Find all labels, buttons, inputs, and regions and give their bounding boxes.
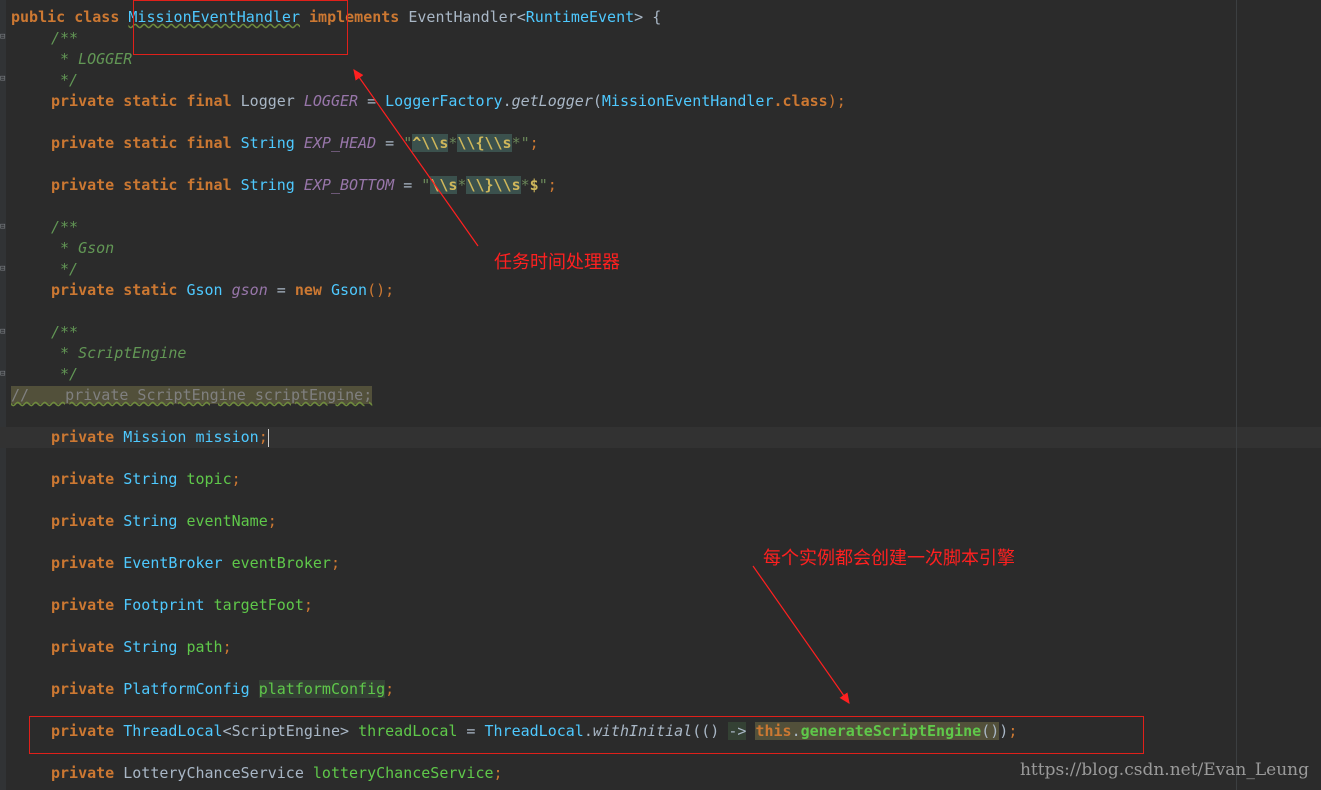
code-line-field-eventname[interactable]: private String eventName; bbox=[51, 511, 277, 532]
editor-gutter bbox=[0, 0, 6, 790]
annotation-box-threadlocal bbox=[29, 716, 1144, 754]
code-line-exp-bottom[interactable]: private static final String EXP_BOTTOM =… bbox=[51, 175, 557, 196]
code-line-field-topic[interactable]: private String topic; bbox=[51, 469, 241, 490]
text-cursor bbox=[267, 428, 269, 447]
code-line-field-mission[interactable]: private Mission mission; bbox=[51, 427, 269, 448]
code-line-field-eventbroker[interactable]: private EventBroker eventBroker; bbox=[51, 553, 340, 574]
code-line-logger[interactable]: private static final Logger LOGGER = Log… bbox=[51, 91, 846, 112]
fold-icon[interactable]: ⊟ bbox=[0, 327, 8, 337]
code-line-field-path[interactable]: private String path; bbox=[51, 637, 232, 658]
annotation-note-handler: 任务时间处理器 bbox=[494, 252, 620, 273]
fold-icon[interactable]: ⊟ bbox=[0, 74, 8, 84]
right-margin-guide bbox=[1236, 0, 1237, 790]
arrow-to-threadlocal bbox=[752, 565, 850, 704]
code-line-gson[interactable]: private static Gson gson = new Gson(); bbox=[51, 280, 394, 301]
code-line-commented[interactable]: // private ScriptEngine scriptEngine; bbox=[11, 385, 373, 406]
code-line-field-platformconfig[interactable]: private PlatformConfig platformConfig; bbox=[51, 679, 394, 700]
annotation-note-engine: 每个实例都会创建一次脚本引擎 bbox=[763, 548, 1015, 569]
fold-icon[interactable]: ⊟ bbox=[0, 264, 8, 274]
annotation-box-classname bbox=[133, 0, 348, 55]
fold-icon[interactable]: ⊟ bbox=[0, 369, 8, 379]
watermark: https://blog.csdn.net/Evan_Leung bbox=[1019, 760, 1309, 780]
code-line-exp-head[interactable]: private static final String EXP_HEAD = "… bbox=[51, 133, 539, 154]
fold-icon[interactable]: ⊟ bbox=[0, 222, 8, 232]
code-line-lottery[interactable]: private LotteryChanceService lotteryChan… bbox=[51, 763, 503, 784]
code-line-field-targetfoot[interactable]: private Footprint targetFoot; bbox=[51, 595, 313, 616]
fold-icon[interactable]: ⊟ bbox=[0, 32, 8, 42]
